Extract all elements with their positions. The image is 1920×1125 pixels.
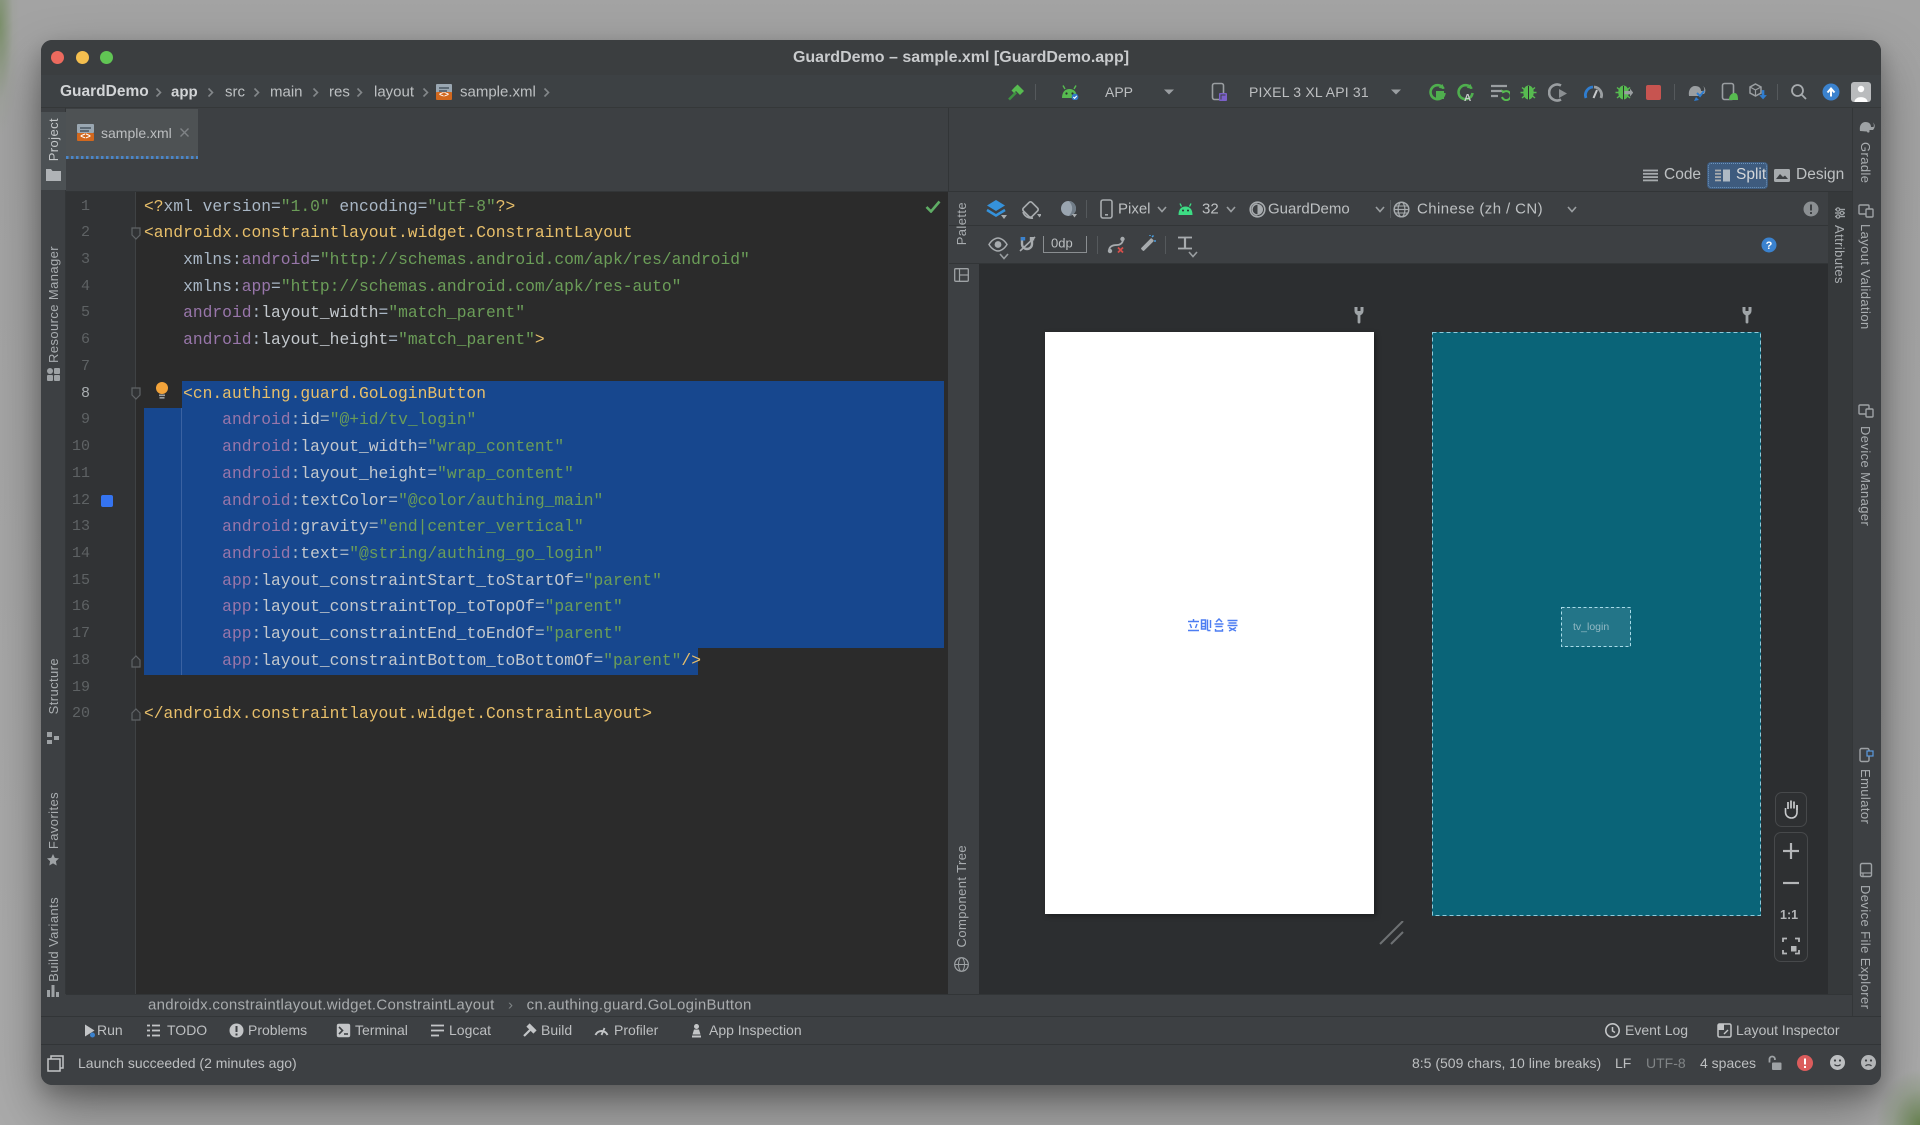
svg-text:?: ? (1766, 240, 1773, 252)
svg-text:A: A (1464, 93, 1471, 103)
